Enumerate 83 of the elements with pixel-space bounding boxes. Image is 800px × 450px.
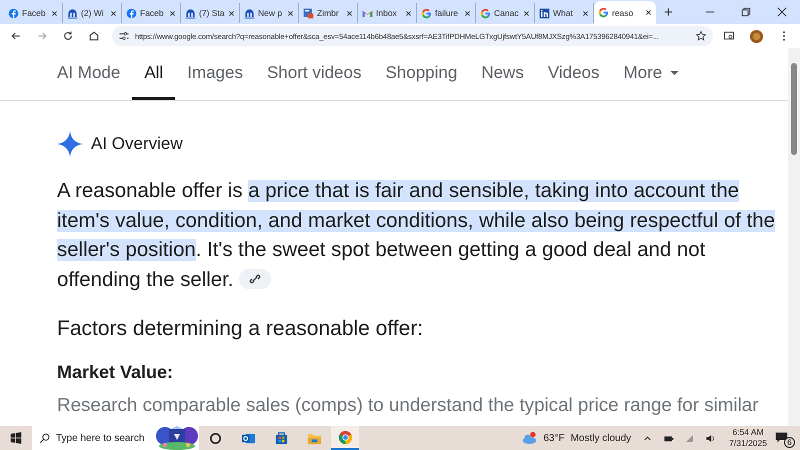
section-heading: Factors determining a reasonable offer: [57, 317, 424, 341]
browser-tab[interactable]: reaso [594, 1, 656, 24]
taskbar-search-field[interactable]: Type here to search [32, 426, 199, 450]
scrollbar-thumb[interactable] [791, 63, 797, 155]
clock-date[interactable]: 7/31/2025 [729, 438, 767, 449]
square-logo-icon [303, 8, 314, 18]
link-chip-icon[interactable] [239, 268, 272, 288]
tab-title: New p [258, 8, 284, 18]
chrome-taskbar-button[interactable] [331, 426, 359, 450]
google-g-icon [480, 8, 491, 18]
home-icon[interactable] [88, 30, 100, 42]
cloud-icon[interactable] [521, 431, 538, 445]
search-tab[interactable]: Images [175, 63, 255, 100]
start-icon[interactable] [10, 432, 22, 444]
browser-tab[interactable]: failure [417, 3, 476, 23]
site-settings-icon[interactable] [118, 30, 130, 42]
bookmark-star-icon[interactable] [695, 30, 707, 42]
reload-icon[interactable] [62, 30, 74, 42]
close-icon[interactable] [523, 10, 530, 16]
search-tab[interactable]: More [612, 63, 692, 100]
browser-tab[interactable]: Inbox [358, 3, 417, 23]
back-icon[interactable] [10, 30, 22, 42]
browser-tab[interactable]: Canac [476, 3, 535, 23]
search-tab[interactable]: Videos [536, 63, 612, 100]
close-icon[interactable] [51, 10, 58, 16]
search-tab[interactable]: Short videos [254, 63, 374, 100]
scrollbar[interactable] [788, 48, 800, 426]
in-logo-icon [539, 8, 550, 18]
tab-title: Faceb [22, 8, 47, 18]
browser-tab[interactable]: Faceb [4, 3, 63, 23]
new-tab-button[interactable]: + [656, 4, 681, 20]
browser-tab[interactable]: (2) Wi [63, 3, 122, 23]
close-icon[interactable] [464, 10, 471, 16]
tab-title: Canac [494, 8, 520, 18]
tab-title: What [553, 8, 574, 18]
volume-icon[interactable] [705, 432, 716, 444]
weather-text[interactable]: Mostly cloudy [570, 432, 632, 444]
close-icon[interactable] [777, 7, 787, 17]
tab-title: failure [435, 8, 460, 18]
tab-title: Zimbr [317, 8, 340, 18]
close-icon[interactable] [645, 9, 652, 16]
m-logo-icon [244, 8, 255, 18]
facebook-f-icon [8, 8, 19, 18]
body-text: Research comparable sales (comps) to understand the typical price range for similar [57, 394, 760, 416]
search-tab[interactable]: All [132, 63, 176, 100]
close-icon[interactable] [346, 10, 353, 16]
search-tab[interactable]: News [469, 63, 536, 100]
notifications-button[interactable]: 6 [775, 428, 795, 448]
store-icon[interactable] [274, 430, 289, 446]
search-icon [39, 432, 50, 444]
sparkle-icon [57, 131, 83, 157]
circle-logo-icon [338, 430, 352, 444]
close-icon[interactable] [169, 10, 176, 16]
close-icon[interactable] [228, 10, 235, 16]
summary-paragraph: A reasonable offer is a price that is fair and sensible, taking into account the item's value, condition, and market conditions, while also being respectful of the seller's position. It's the sweet spot between getting a good deal and not offending the seller. [57, 179, 776, 292]
close-icon[interactable] [110, 10, 117, 16]
tab-title: reaso [612, 8, 634, 18]
cast-icon[interactable] [723, 30, 735, 42]
subheading: Market Value: [57, 362, 174, 383]
browser-tab[interactable]: (7) Sta [181, 3, 240, 23]
clock-time[interactable]: 6:54 AM [732, 427, 764, 438]
caret-down-icon [670, 70, 680, 76]
close-icon[interactable] [582, 10, 589, 16]
close-icon[interactable] [287, 10, 294, 16]
restore-icon[interactable] [741, 7, 751, 17]
tab-title: (7) Sta [199, 8, 225, 18]
google-g-icon [598, 7, 609, 18]
close-icon[interactable] [405, 10, 412, 16]
google-g-icon [421, 8, 432, 18]
section-title: AI Overview [91, 134, 183, 154]
search-tab[interactable]: Shopping [373, 63, 470, 100]
browser-tab[interactable]: New p [240, 3, 299, 23]
browser-tab[interactable]: Faceb [122, 3, 181, 23]
tab-title: Faceb [140, 8, 165, 18]
m-logo-icon [185, 8, 196, 18]
temperature-text[interactable]: 63°F [543, 432, 565, 444]
tab-title: (2) Wi [81, 8, 105, 18]
tab-title: Inbox [376, 8, 398, 18]
profile-avatar-icon[interactable] [749, 28, 764, 44]
search-tab[interactable]: AI Mode [45, 63, 132, 100]
m-logo-icon [67, 8, 78, 18]
browser-tab[interactable]: Zimbr [299, 3, 358, 23]
facebook-f-icon [126, 8, 137, 18]
